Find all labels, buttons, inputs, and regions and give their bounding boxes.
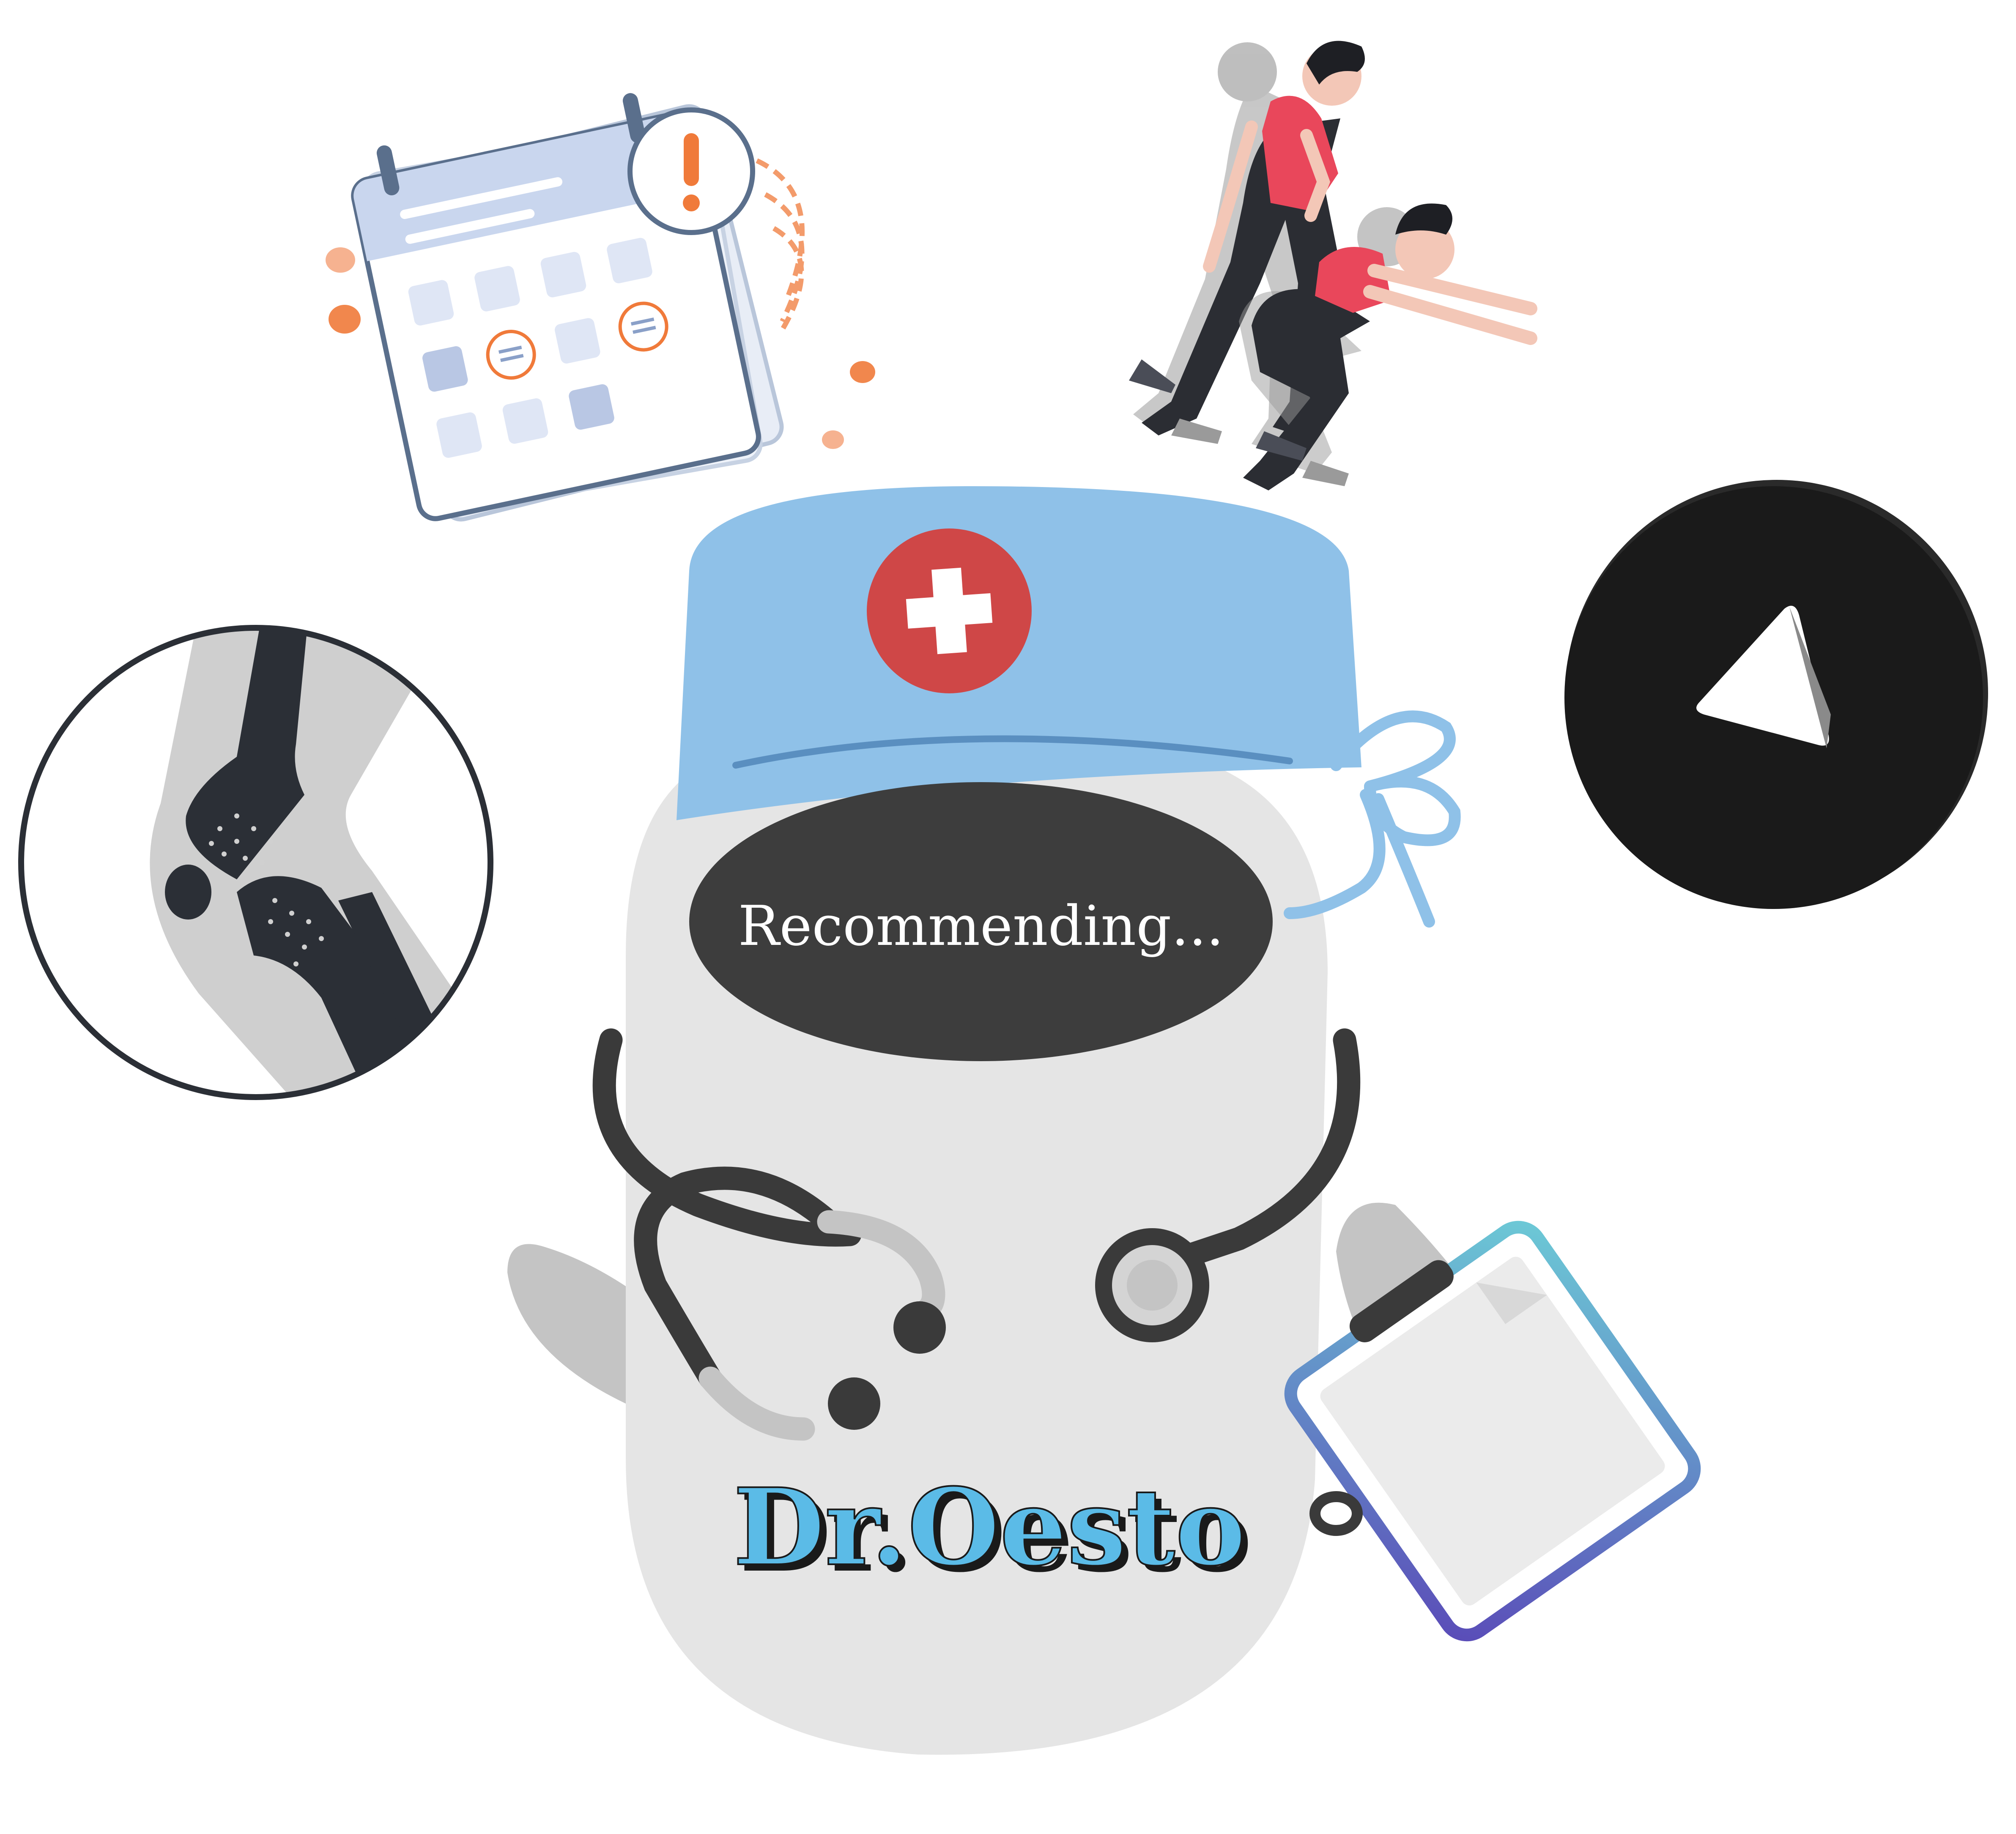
medical-cross-icon: [867, 528, 1032, 693]
illustration-stage: Recommending... Dr.Oesto Dr.Oesto: [0, 0, 2016, 1834]
exercise-squat-icon: [1129, 41, 1537, 490]
brand-name-logo: Dr.Oesto Dr.Oesto: [732, 1464, 1252, 1596]
knee-joint-icon: [18, 625, 493, 1100]
status-visor: Recommending...: [689, 782, 1273, 1061]
brand-name: Dr.Oesto: [733, 1465, 1246, 1589]
play-icon[interactable]: [1564, 480, 1988, 909]
clipboard-icon: [1284, 1221, 1701, 1642]
calendar-alert-icon: [326, 93, 875, 522]
status-text: Recommending...: [738, 894, 1224, 958]
